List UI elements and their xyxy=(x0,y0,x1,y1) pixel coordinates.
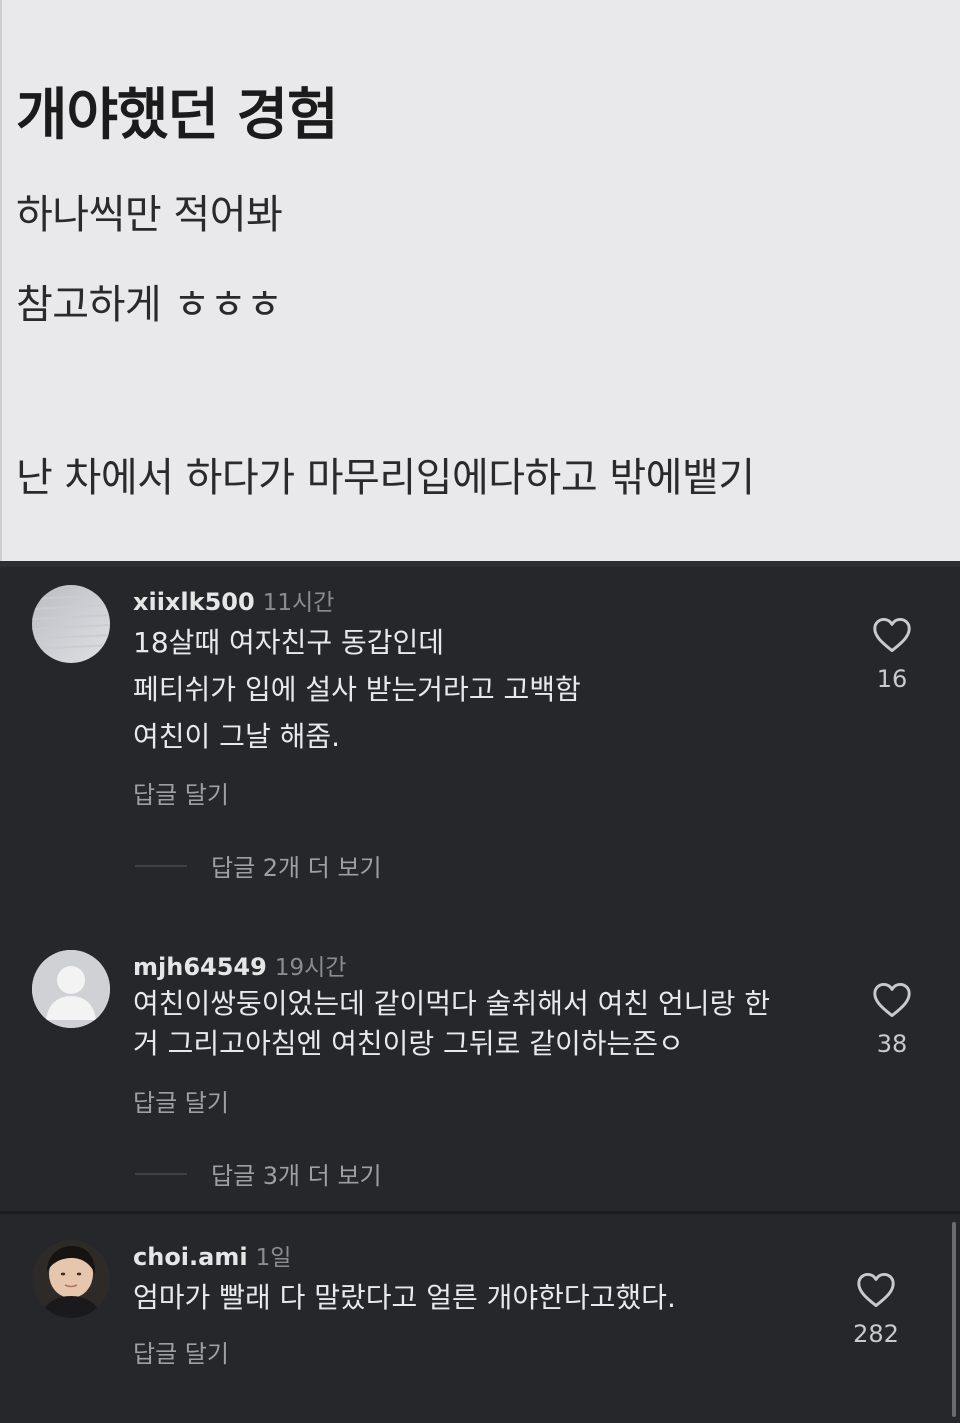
reply-button[interactable]: 답글 달기 xyxy=(133,1083,229,1118)
comment-header: choi.ami 1일 xyxy=(133,1238,291,1272)
comment-line: 여친이 그날 해줌. xyxy=(133,720,341,753)
post-line-2: 참고하게 ㅎㅎㅎ xyxy=(16,282,283,328)
comment: xiixlk500 11시간 18살때 여자친구 동갑인데 페티쉬가 입에 설사 … xyxy=(0,567,948,907)
comment-header: xiixlk500 11시간 xyxy=(133,583,334,617)
replies-line-icon xyxy=(135,1172,187,1175)
username[interactable]: xiixlk500 xyxy=(133,588,255,616)
like-count: 16 xyxy=(876,665,908,693)
comment-text: 여친이쌍둥이었는데 같이먹다 술취해서 여친 언니랑 한 거 그리고아침엔 여친… xyxy=(133,984,853,1064)
like-button[interactable]: 16 xyxy=(852,617,932,693)
heart-icon xyxy=(857,1272,895,1308)
view-more-replies[interactable]: 답글 3개 더 보기 xyxy=(135,1156,382,1191)
heart-icon xyxy=(873,617,911,653)
like-count: 282 xyxy=(853,1320,899,1348)
comment-line: 여친이쌍둥이었는데 같이먹다 술취해서 여친 언니랑 한 xyxy=(133,987,770,1020)
post-title: 개야했던 경험 xyxy=(16,83,339,148)
view-more-replies-label: 답글 2개 더 보기 xyxy=(211,854,382,882)
username[interactable]: choi.ami xyxy=(133,1243,248,1271)
avatar[interactable] xyxy=(32,585,110,663)
comment-line: 엄마가 빨래 다 말랐다고 얼른 개야한다고했다. xyxy=(133,1281,676,1314)
reply-button[interactable]: 답글 달기 xyxy=(133,775,229,810)
reply-button[interactable]: 답글 달기 xyxy=(133,1334,229,1369)
heart-icon xyxy=(873,982,911,1018)
scrollbar[interactable] xyxy=(952,1222,956,1417)
comment: mjh64549 19시간 여친이쌍둥이었는데 같이먹다 술취해서 여친 언니랑 … xyxy=(0,932,948,1202)
section-divider xyxy=(0,1211,960,1214)
comment: choi.ami 1일 엄마가 빨래 다 말랐다고 얼른 개야한다고했다. 답글 … xyxy=(0,1222,948,1422)
post-line-3: 난 차에서 하다가 마무리입에다하고 밖에뱉기 xyxy=(16,455,755,501)
default-avatar-icon xyxy=(32,950,110,1028)
profile-photo-icon xyxy=(32,1240,110,1318)
comment-line: 거 그리고아침엔 여친이랑 그뒤로 같이하는즌ㅇ xyxy=(133,1027,684,1060)
comment-text: 18살때 여자친구 동갑인데 페티쉬가 입에 설사 받는거라고 고백함 여친이 … xyxy=(133,619,833,760)
timestamp: 1일 xyxy=(255,1245,292,1271)
post-card: 개야했던 경험 하나씩만 적어봐 참고하게 ㅎㅎㅎ 난 차에서 하다가 마무리입… xyxy=(0,0,960,561)
comment-line: 페티쉬가 입에 설사 받는거라고 고백함 xyxy=(133,673,581,706)
avatar[interactable] xyxy=(32,950,110,1028)
comment-list: xiixlk500 11시간 18살때 여자친구 동갑인데 페티쉬가 입에 설사 … xyxy=(0,567,960,1423)
view-more-replies-label: 답글 3개 더 보기 xyxy=(211,1162,382,1190)
like-button[interactable]: 38 xyxy=(852,982,932,1058)
avatar[interactable] xyxy=(32,1240,110,1318)
comment-header: mjh64549 19시간 xyxy=(133,948,346,982)
username[interactable]: mjh64549 xyxy=(133,953,267,981)
view-more-replies[interactable]: 답글 2개 더 보기 xyxy=(135,848,382,883)
timestamp: 11시간 xyxy=(262,590,335,616)
timestamp: 19시간 xyxy=(274,955,347,981)
replies-line-icon xyxy=(135,864,187,867)
like-count: 38 xyxy=(876,1030,908,1058)
like-button[interactable]: 282 xyxy=(836,1272,916,1348)
comment-text: 엄마가 빨래 다 말랐다고 얼른 개야한다고했다. xyxy=(133,1274,853,1321)
comment-line: 18살때 여자친구 동갑인데 xyxy=(133,626,445,659)
post-line-1: 하나씩만 적어봐 xyxy=(16,192,283,238)
